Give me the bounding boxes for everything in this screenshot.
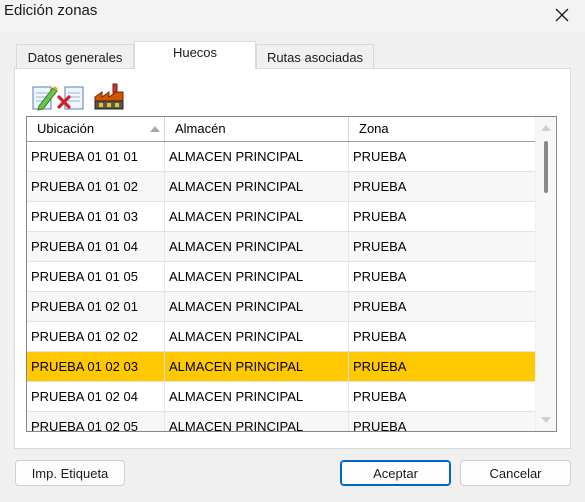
delete-button[interactable]: [57, 82, 87, 112]
print-label-button[interactable]: Imp. Etiqueta: [15, 460, 125, 486]
cell-zona: PRUEBA: [353, 329, 407, 344]
cell-almacen: ALMACEN PRINCIPAL: [165, 262, 349, 291]
huecos-grid[interactable]: Ubicación Almacén Zona PRUEBA 01 01 01 A…: [26, 116, 557, 432]
button-label: Cancelar: [489, 465, 542, 481]
close-icon: [555, 8, 569, 22]
table-row[interactable]: PRUEBA 01 01 04 ALMACEN PRINCIPAL PRUEBA: [27, 232, 535, 262]
cell-ubicacion: PRUEBA 01 02 02: [27, 322, 165, 351]
cell-ubicacion: PRUEBA 01 01 01: [27, 142, 165, 171]
cell-almacen: ALMACEN PRINCIPAL: [165, 232, 349, 261]
cell-ubicacion: PRUEBA 01 01 05: [27, 262, 165, 291]
cell-ubicacion: PRUEBA 01 01 02: [27, 172, 165, 201]
title-bar: Edición zonas: [0, 0, 585, 32]
cancel-button[interactable]: Cancelar: [460, 460, 571, 486]
button-label: Imp. Etiqueta: [31, 465, 109, 481]
cell-ubicacion: PRUEBA 01 01 03: [27, 202, 165, 231]
window-title: Edición zonas: [4, 2, 98, 19]
button-label: Aceptar: [373, 465, 418, 481]
cell-zona: PRUEBA: [353, 419, 407, 432]
cell-ubicacion: PRUEBA 01 02 04: [27, 382, 165, 411]
table-row[interactable]: PRUEBA 01 01 02 ALMACEN PRINCIPAL PRUEBA: [27, 172, 535, 202]
accept-button[interactable]: Aceptar: [340, 460, 451, 486]
cell-zona: PRUEBA: [353, 149, 407, 164]
tab-rutas-asociadas[interactable]: Rutas asociadas: [256, 44, 374, 69]
cell-zona: PRUEBA: [353, 389, 407, 404]
cell-almacen: ALMACEN PRINCIPAL: [165, 382, 349, 411]
table-row[interactable]: PRUEBA 01 02 05 ALMACEN PRINCIPAL PRUEBA: [27, 412, 535, 432]
sort-ascending-icon: [150, 126, 160, 132]
scroll-down-icon[interactable]: [541, 417, 551, 423]
table-row[interactable]: PRUEBA 01 01 05 ALMACEN PRINCIPAL PRUEBA: [27, 262, 535, 292]
table-row[interactable]: PRUEBA 01 02 01 ALMACEN PRINCIPAL PRUEBA: [27, 292, 535, 322]
table-row-selected[interactable]: PRUEBA 01 02 03 ALMACEN PRINCIPAL PRUEBA: [27, 352, 535, 382]
cell-almacen: ALMACEN PRINCIPAL: [165, 292, 349, 321]
cell-almacen: ALMACEN PRINCIPAL: [165, 202, 349, 231]
cell-almacen: ALMACEN PRINCIPAL: [165, 412, 349, 431]
cell-ubicacion: PRUEBA 01 01 04: [27, 232, 165, 261]
table-row[interactable]: PRUEBA 01 02 02 ALMACEN PRINCIPAL PRUEBA: [27, 322, 535, 352]
column-header-ubicacion[interactable]: Ubicación: [27, 117, 165, 141]
cell-ubicacion: PRUEBA 01 02 05: [27, 412, 165, 431]
cell-ubicacion: PRUEBA 01 02 01: [27, 292, 165, 321]
cell-zona: PRUEBA: [353, 209, 407, 224]
cell-zona: PRUEBA: [353, 269, 407, 284]
column-header-almacen[interactable]: Almacén: [165, 117, 349, 141]
column-header-zona[interactable]: Zona: [349, 117, 535, 141]
cell-zona: PRUEBA: [353, 239, 407, 254]
cell-almacen: ALMACEN PRINCIPAL: [165, 352, 349, 381]
cell-almacen: ALMACEN PRINCIPAL: [165, 172, 349, 201]
grid-body: PRUEBA 01 01 01 ALMACEN PRINCIPAL PRUEBA…: [27, 142, 535, 432]
cell-zona: PRUEBA: [353, 359, 407, 374]
tab-label: Rutas asociadas: [266, 49, 364, 65]
scroll-up-icon[interactable]: [541, 125, 551, 131]
column-label: Ubicación: [37, 121, 95, 136]
cell-zona: PRUEBA: [353, 179, 407, 194]
edit-document-icon: [32, 86, 58, 111]
vertical-scrollbar[interactable]: [535, 117, 556, 431]
warehouse-button[interactable]: [93, 81, 124, 111]
column-label: Zona: [359, 121, 389, 136]
table-row[interactable]: PRUEBA 01 01 03 ALMACEN PRINCIPAL PRUEBA: [27, 202, 535, 232]
delete-document-icon: [57, 86, 84, 110]
tab-datos-generales[interactable]: Datos generales: [16, 44, 134, 69]
tab-huecos[interactable]: Huecos: [134, 41, 256, 69]
edit-button[interactable]: [29, 82, 59, 112]
cell-zona: PRUEBA: [353, 299, 407, 314]
column-label: Almacén: [175, 121, 226, 136]
table-row[interactable]: PRUEBA 01 02 04 ALMACEN PRINCIPAL PRUEBA: [27, 382, 535, 412]
close-button[interactable]: [539, 0, 585, 30]
grid-header: Ubicación Almacén Zona: [27, 117, 535, 142]
cell-ubicacion: PRUEBA 01 02 03: [27, 352, 165, 381]
cell-almacen: ALMACEN PRINCIPAL: [165, 322, 349, 351]
tab-panel-huecos: Ubicación Almacén Zona PRUEBA 01 01 01 A…: [14, 68, 571, 449]
tab-label: Huecos: [172, 45, 218, 60]
table-row[interactable]: PRUEBA 01 01 01 ALMACEN PRINCIPAL PRUEBA: [27, 142, 535, 172]
tab-label: Datos generales: [27, 49, 123, 65]
warehouse-icon: [94, 83, 124, 110]
cell-almacen: ALMACEN PRINCIPAL: [165, 142, 349, 171]
scrollbar-thumb[interactable]: [544, 141, 548, 193]
